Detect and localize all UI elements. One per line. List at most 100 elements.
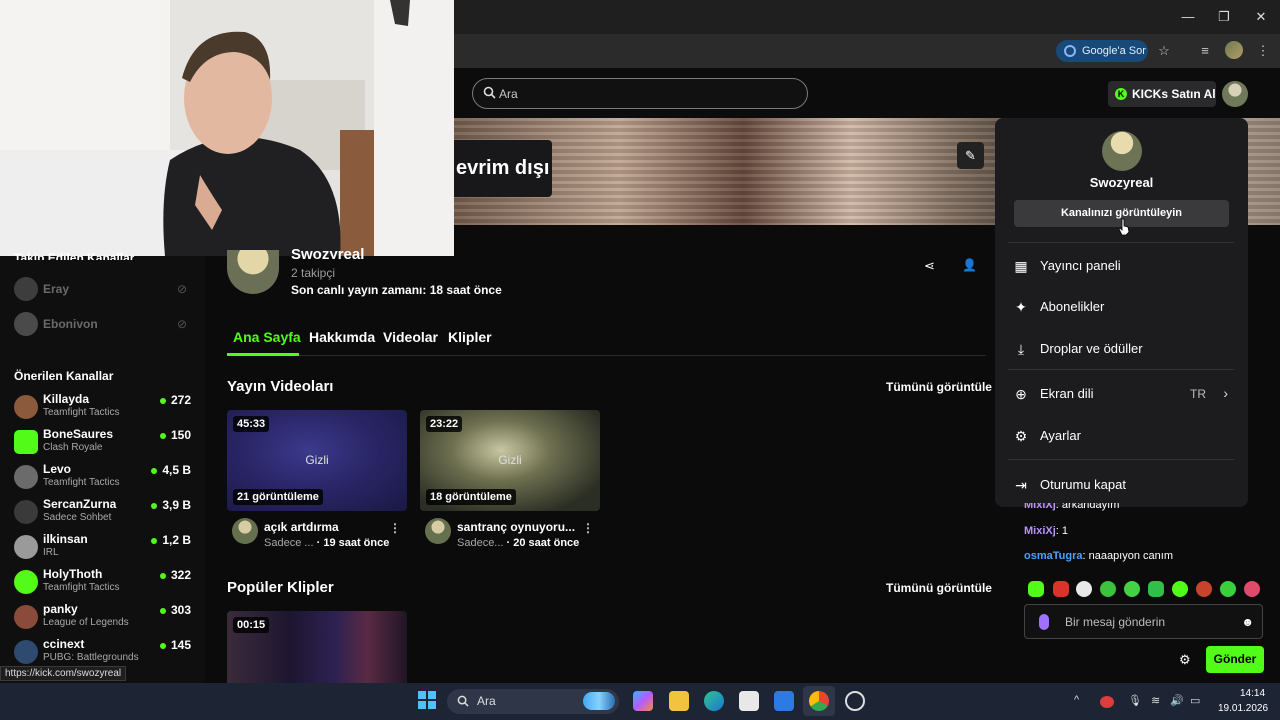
clock-time[interactable]: 14:14 bbox=[1240, 688, 1265, 699]
microphone-icon[interactable] bbox=[1039, 614, 1049, 630]
video-title[interactable]: santranç oynuyoru... bbox=[457, 520, 575, 534]
emote-icon[interactable] bbox=[1124, 581, 1140, 597]
tab-clips[interactable]: Klipler bbox=[448, 329, 492, 345]
channel-avatar bbox=[227, 250, 279, 294]
tab-home[interactable]: Ana Sayfa bbox=[233, 329, 301, 345]
emote-icon[interactable] bbox=[1172, 581, 1188, 597]
recording-app-icon[interactable] bbox=[845, 691, 865, 711]
chat-username[interactable]: MixiXj bbox=[1024, 525, 1056, 537]
privacy-label: Gizli bbox=[305, 453, 329, 467]
clip-thumbnail[interactable]: 00:15 bbox=[227, 611, 407, 683]
tray-chevron-up-icon[interactable]: ^ bbox=[1074, 694, 1079, 706]
recommended-channel[interactable]: ilkinsan IRL 1,2 B bbox=[0, 530, 205, 565]
chat-username[interactable]: MixiXj bbox=[1024, 503, 1056, 511]
taskbar-search[interactable]: Ara bbox=[447, 689, 619, 714]
clock-date[interactable]: 19.01.2026 bbox=[1218, 703, 1268, 714]
wifi-icon[interactable]: ≋ bbox=[1151, 694, 1160, 707]
viewer-count: 272 bbox=[160, 393, 191, 407]
emoji-icon[interactable]: ☻ bbox=[1241, 615, 1254, 629]
recommended-channel[interactable]: Levo Teamfight Tactics 4,5 B bbox=[0, 460, 205, 495]
chrome-icon[interactable] bbox=[809, 691, 829, 711]
chat-message-input[interactable] bbox=[1065, 614, 1235, 630]
followed-channel-ebonivon[interactable]: Ebonivon ⊘ bbox=[0, 307, 205, 342]
video-title[interactable]: açık artdırma bbox=[264, 520, 339, 534]
video-thumbnail[interactable]: 45:33 Gizli 21 görüntüleme bbox=[227, 410, 407, 511]
copilot-icon[interactable] bbox=[633, 691, 653, 711]
outlook-icon[interactable] bbox=[774, 691, 794, 711]
video-meta: Sadece ... · 19 saat önce bbox=[264, 537, 389, 549]
store-icon[interactable] bbox=[739, 691, 759, 711]
emote-icon[interactable] bbox=[1220, 581, 1236, 597]
tab-videos[interactable]: Videolar bbox=[383, 329, 438, 345]
followed-heading: Takip Edilen Kanallar bbox=[14, 252, 135, 260]
chat-input-box[interactable]: ☻ bbox=[1024, 604, 1263, 639]
search-bar[interactable] bbox=[472, 78, 808, 109]
maximize-button[interactable]: ❐ bbox=[1215, 8, 1233, 26]
microphone-muted-icon[interactable]: 🎙 bbox=[1128, 694, 1142, 707]
recommended-channel[interactable]: panky League of Legends 303 bbox=[0, 600, 205, 635]
emote-icon[interactable] bbox=[1148, 581, 1164, 597]
menu-divider bbox=[1008, 459, 1234, 460]
privacy-label: Gizli bbox=[498, 453, 522, 467]
video-views: 21 görüntüleme bbox=[233, 489, 323, 505]
search-highlight-icon bbox=[583, 692, 615, 710]
emote-icon[interactable] bbox=[1053, 581, 1069, 597]
channel-name: ilkinsan bbox=[43, 532, 88, 546]
close-window-button[interactable]: ✕ bbox=[1252, 8, 1270, 26]
recommended-channel[interactable]: BoneSaures Clash Royale 150 bbox=[0, 425, 205, 460]
clips-heading: Popüler Klipler bbox=[227, 579, 334, 596]
emote-icon[interactable] bbox=[1244, 581, 1260, 597]
see-all-clips-link[interactable]: Tümünü görüntüle bbox=[886, 581, 992, 595]
media-control-icon[interactable]: ≡ bbox=[1196, 42, 1214, 60]
globe-icon: ⊕ bbox=[1015, 386, 1027, 402]
share-icon[interactable]: ⋖ bbox=[924, 258, 935, 274]
menu-item-logout[interactable]: ⇥ Oturumu kapat bbox=[995, 468, 1248, 502]
video-time: · 19 saat önce bbox=[313, 537, 390, 549]
active-tab-indicator bbox=[227, 353, 299, 356]
edge-icon[interactable] bbox=[704, 691, 724, 711]
emote-icon[interactable] bbox=[1100, 581, 1116, 597]
avatar bbox=[14, 535, 38, 559]
user-avatar-button[interactable] bbox=[1222, 81, 1248, 107]
chat-username[interactable]: osmaTugra bbox=[1024, 550, 1082, 562]
recommended-channel[interactable]: SercanZurna Sadece Sohbet 3,9 B bbox=[0, 495, 205, 530]
edit-banner-button[interactable]: ✎ bbox=[957, 142, 984, 169]
menu-item-display-language[interactable]: ⊕ Ekran dili TR › bbox=[995, 377, 1248, 411]
menu-item-label: Yayıncı paneli bbox=[1040, 258, 1121, 273]
chat-settings-icon[interactable]: ⚙ bbox=[1179, 652, 1191, 668]
recommended-channel[interactable]: Killayda Teamfight Tactics 272 bbox=[0, 390, 205, 425]
menu-item-drops-rewards[interactable]: ⤓ Droplar ve ödüller bbox=[995, 332, 1248, 366]
menu-item-subscriptions[interactable]: ✦ Abonelikler bbox=[995, 290, 1248, 324]
add-friend-icon[interactable]: 👤 bbox=[962, 258, 977, 272]
battery-icon[interactable]: ▭ bbox=[1190, 694, 1200, 707]
windows-start-icon[interactable] bbox=[418, 691, 436, 709]
bookmark-star-icon[interactable]: ☆ bbox=[1155, 42, 1173, 60]
video-options-icon[interactable]: ⋮ bbox=[582, 521, 594, 535]
browser-profile-avatar[interactable] bbox=[1225, 41, 1243, 59]
volume-icon[interactable]: 🔊 bbox=[1170, 694, 1184, 707]
emote-icon[interactable] bbox=[1076, 581, 1092, 597]
search-input[interactable] bbox=[499, 84, 789, 104]
menu-item-creator-dashboard[interactable]: ▦ Yayıncı paneli bbox=[995, 249, 1248, 283]
recommended-channel[interactable]: ccinext PUBG: Battlegrounds 145 bbox=[0, 635, 205, 670]
send-button[interactable]: Gönder bbox=[1206, 646, 1264, 673]
chat-text: : naaapıyon canım bbox=[1082, 550, 1173, 562]
emote-icon[interactable] bbox=[1028, 581, 1044, 597]
recommended-channel[interactable]: HolyThoth Teamfight Tactics 322 bbox=[0, 565, 205, 600]
file-explorer-icon[interactable] bbox=[669, 691, 689, 711]
see-all-videos-link[interactable]: Tümünü görüntüle bbox=[886, 380, 992, 394]
menu-item-settings[interactable]: ⚙ Ayarlar bbox=[995, 419, 1248, 453]
video-options-icon[interactable]: ⋮ bbox=[389, 521, 401, 535]
tray-app-icon[interactable] bbox=[1100, 696, 1114, 708]
buy-kicks-button[interactable]: K KICKs Satın Al bbox=[1108, 81, 1216, 107]
video-thumbnail[interactable]: 23:22 Gizli 18 görüntüleme bbox=[420, 410, 600, 511]
avatar bbox=[14, 605, 38, 629]
followed-channel-eray[interactable]: Eray ⊘ bbox=[0, 272, 205, 307]
google-ask-button[interactable]: Google'a Sor bbox=[1056, 40, 1148, 62]
minimize-button[interactable]: — bbox=[1179, 8, 1197, 26]
emote-icon[interactable] bbox=[1196, 581, 1212, 597]
buy-kicks-label: KICKs Satın Al bbox=[1132, 87, 1216, 101]
tab-about[interactable]: Hakkımda bbox=[309, 329, 375, 345]
browser-menu-icon[interactable]: ⋮ bbox=[1254, 42, 1272, 60]
viewer-count: 145 bbox=[160, 638, 191, 652]
